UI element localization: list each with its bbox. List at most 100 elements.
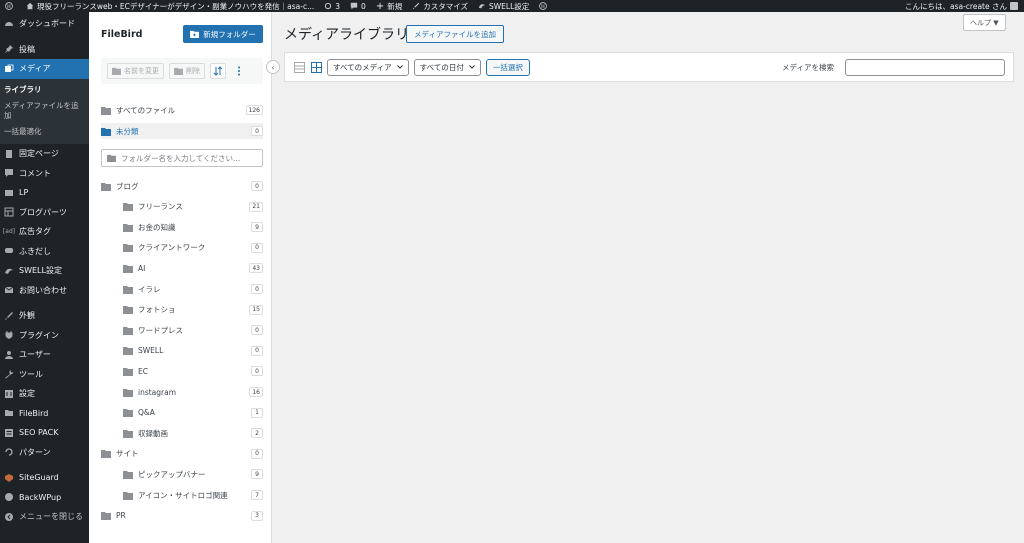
comment-icon xyxy=(5,169,13,178)
my-account-menu[interactable]: こんにちは、asa-create さん xyxy=(905,1,1024,12)
site-name-menu[interactable]: 現役フリーランスweb・ECデザイナーがデザイン・副業ノウハウを発信｜asa-c… xyxy=(21,0,319,12)
menu-tools[interactable]: ツール xyxy=(0,365,89,385)
menu-ad-tag-label: 広告タグ xyxy=(19,227,51,237)
delete-label: 削除 xyxy=(186,67,200,75)
folder-count: 0 xyxy=(251,325,263,336)
folder-icon xyxy=(123,367,133,376)
folder-row[interactable]: SWELL 0 xyxy=(123,343,263,359)
submenu-library[interactable]: ライブラリ xyxy=(0,82,89,98)
folder-row[interactable]: ワードプレス 0 xyxy=(123,322,263,338)
customize-menu[interactable]: カスタマイズ xyxy=(407,0,473,12)
new-content-menu[interactable]: + 新規 xyxy=(371,0,407,12)
menu-comments[interactable]: コメント xyxy=(0,164,89,184)
media-search-input[interactable] xyxy=(845,58,1005,76)
menu-media[interactable]: メディア xyxy=(0,59,89,79)
folder-row[interactable]: ブログ 0 xyxy=(101,178,263,194)
folder-row[interactable]: サイト 0 xyxy=(101,446,263,462)
folder-row[interactable]: ピックアップバナー 9 xyxy=(123,466,263,482)
folder-row[interactable]: Q&A 1 xyxy=(123,405,263,421)
folder-icon xyxy=(123,388,133,397)
media-filter-bar: すべてのメディア すべての日付 一括選択 メディアを検索 xyxy=(284,52,1014,82)
folder-row[interactable]: instagram 16 xyxy=(123,384,263,400)
collapse-panel-button[interactable]: ‹ xyxy=(266,60,280,74)
grid-view-button[interactable] xyxy=(310,61,322,73)
menu-blog-parts[interactable]: ブログパーツ xyxy=(0,203,89,223)
menu-collapse[interactable]: メニューを閉じる xyxy=(0,507,89,527)
folder-row[interactable]: イラレ 0 xyxy=(123,281,263,297)
bulk-select-button[interactable]: 一括選択 xyxy=(485,58,530,76)
menu-settings[interactable]: 設定 xyxy=(0,384,89,404)
all-files-row[interactable]: すべてのファイル 126 xyxy=(101,102,263,118)
folder-row[interactable]: フリーランス 21 xyxy=(123,199,263,215)
folder-count: 0 xyxy=(251,181,263,191)
menu-contact[interactable]: お問い合わせ xyxy=(0,281,89,301)
rename-label: 名前を変更 xyxy=(124,67,159,75)
date-select[interactable]: すべての日付 xyxy=(413,58,481,76)
admin-sidebar: ダッシュボード 投稿 メディア ライブラリ メディアファイルを追加 一括最適化 … xyxy=(0,12,89,543)
menu-filebird[interactable]: FileBird xyxy=(0,404,89,424)
menu-swell-settings[interactable]: SWELL設定 xyxy=(0,261,89,281)
folder-row[interactable]: AI 43 xyxy=(123,260,263,276)
list-view-button[interactable] xyxy=(293,61,305,73)
rename-button[interactable]: 名前を変更 xyxy=(107,63,164,79)
folder-row[interactable]: 収録動画 2 xyxy=(123,425,263,441)
media-type-select[interactable]: すべてのメディア xyxy=(327,58,409,76)
folder-icon xyxy=(101,450,111,459)
menu-backwpup[interactable]: BackWPup xyxy=(0,488,89,508)
menu-ad-tag[interactable]: [ad] 広告タグ xyxy=(0,222,89,242)
mail-icon xyxy=(4,286,14,294)
help-tab-button[interactable]: ヘルプ ▼ xyxy=(963,14,1006,31)
folder-count: 0 xyxy=(251,284,263,294)
folder-row[interactable]: EC 0 xyxy=(123,363,263,379)
folder-icon xyxy=(123,244,133,253)
plus-icon: + xyxy=(375,0,385,12)
menu-dashboard[interactable]: ダッシュボード xyxy=(0,14,89,34)
folder-search-input[interactable]: フォルダー名を入力してください... xyxy=(101,149,263,167)
menu-siteguard[interactable]: SiteGuard xyxy=(0,468,89,488)
menu-appearance[interactable]: 外観 xyxy=(0,306,89,326)
folder-row[interactable]: アイコン・サイトロゴ関連 7 xyxy=(123,487,263,503)
menu-siteguard-label: SiteGuard xyxy=(19,473,59,483)
menu-plugins[interactable]: プラグイン xyxy=(0,326,89,346)
page-title: メディアライブラリ xyxy=(284,27,410,43)
folder-icon xyxy=(123,306,133,315)
submenu-bulk-optimize[interactable]: 一括最適化 xyxy=(0,124,89,140)
list-view-icon xyxy=(293,61,305,73)
folder-row[interactable]: クライアントワーク 0 xyxy=(123,240,263,256)
menu-posts[interactable]: 投稿 xyxy=(0,40,89,60)
folder-name: EC xyxy=(138,366,148,376)
wordpress-icon: W xyxy=(539,2,548,10)
grid-view-icon xyxy=(310,61,322,73)
folder-icon xyxy=(123,409,133,418)
menu-tools-label: ツール xyxy=(19,369,43,379)
comments-menu[interactable]: 0 xyxy=(345,0,371,12)
menu-users[interactable]: ユーザー xyxy=(0,345,89,365)
menu-patterns[interactable]: パターン xyxy=(0,443,89,463)
menu-backwpup-label: BackWPup xyxy=(19,492,62,502)
delete-button[interactable]: 削除 xyxy=(169,63,205,79)
sort-button[interactable] xyxy=(210,63,226,79)
folder-row[interactable]: お金の知識 9 xyxy=(123,219,263,235)
menu-lp[interactable]: LP xyxy=(0,183,89,203)
uncategorized-row[interactable]: 未分類 0 xyxy=(101,123,263,139)
submenu-add-media[interactable]: メディアファイルを追加 xyxy=(0,98,89,124)
updates-menu[interactable]: 3 xyxy=(319,0,345,12)
svg-text:W: W xyxy=(541,4,546,10)
folder-name: サイト xyxy=(116,449,139,459)
folder-name: フォトショ xyxy=(138,305,176,315)
all-files-label: すべてのファイル xyxy=(116,105,176,115)
folder-row[interactable]: フォトショ 15 xyxy=(123,302,263,318)
menu-fukidashi[interactable]: ふきだし xyxy=(0,242,89,262)
add-media-button[interactable]: メディアファイルを追加 xyxy=(406,25,504,43)
menu-seo-pack[interactable]: SEO PACK xyxy=(0,423,89,443)
comments-count: 0 xyxy=(361,1,366,11)
more-options-button[interactable] xyxy=(231,63,247,79)
swell-settings-menu[interactable]: SWELL設定 xyxy=(473,0,534,12)
new-folder-button[interactable]: 新規フォルダー xyxy=(183,25,263,43)
wp-symbol-menu[interactable]: W xyxy=(534,0,555,12)
folder-row[interactable]: PR 3 xyxy=(101,508,263,524)
media-type-value: すべてのメディア xyxy=(333,62,392,72)
menu-pages[interactable]: 固定ページ xyxy=(0,144,89,164)
kebab-icon xyxy=(238,66,240,76)
wp-logo-menu[interactable]: W xyxy=(0,0,21,12)
